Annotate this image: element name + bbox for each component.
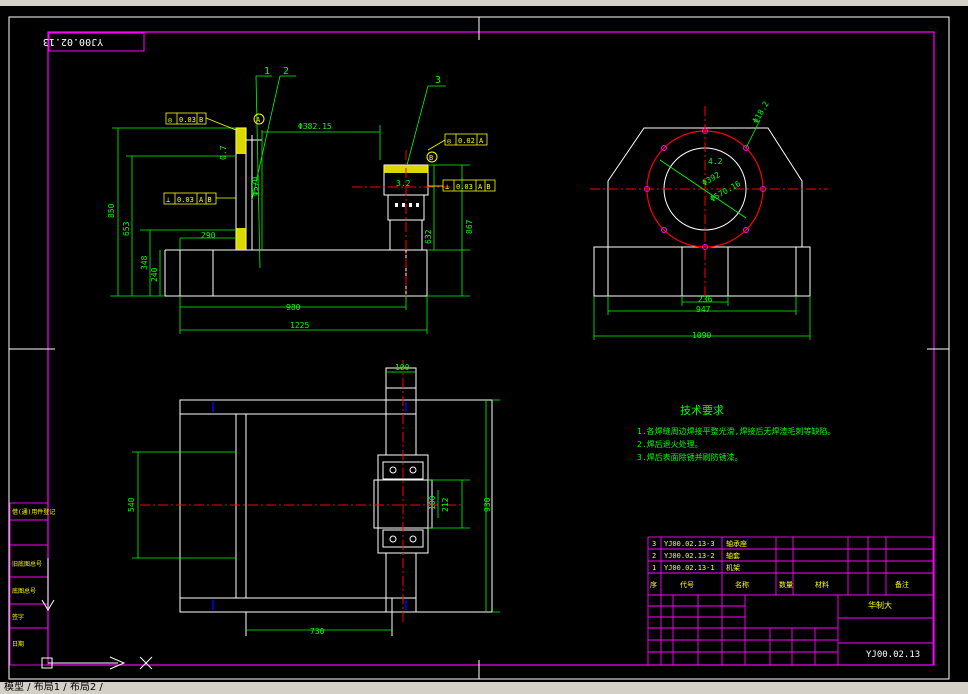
title-company: 华制大 — [868, 600, 892, 610]
dim-653: 653 — [122, 221, 131, 236]
bom-header-remark: 备注 — [895, 580, 909, 589]
tech-item-3: 3.焊后表面除锈并刷防锈漆。 — [637, 452, 743, 462]
reg-label-5: 日期 — [12, 640, 24, 648]
dim-730: 730 — [310, 627, 325, 636]
dim-1225: 1225 — [290, 321, 309, 330]
ucs-icon — [41, 558, 153, 670]
dim-1090: 1090 — [692, 331, 711, 340]
tol-3-value: 0.03 — [177, 196, 194, 204]
dim-phi392: Φ392 — [701, 170, 722, 188]
dim-540: 540 — [127, 497, 136, 512]
tol-1-value: 0.03 — [179, 116, 196, 124]
dim-980: 980 — [286, 303, 301, 312]
reg-label-3: 底图总号 — [12, 587, 36, 595]
dim-100: 100 — [395, 363, 410, 372]
tol-2-value: 0.02 — [458, 137, 475, 145]
tol-2-symbol: ◎ — [447, 137, 452, 145]
dim-100b: 100 — [428, 495, 437, 510]
tol-1-datum: B — [199, 116, 203, 124]
dim-290: 290 — [201, 231, 216, 240]
hatch-upper — [236, 128, 246, 154]
dim-4-2: 4.2 — [708, 157, 723, 166]
dim-850: 850 — [107, 203, 116, 218]
callout-1: 1 — [264, 66, 270, 77]
bom-row-2-name: 轴套 — [726, 551, 740, 560]
dim-947: 947 — [696, 305, 711, 314]
dim-930: 930 — [483, 497, 492, 512]
hatch-lower — [236, 228, 246, 250]
reg-label-2: 旧底图总号 — [12, 560, 42, 568]
callout-2: 2 — [283, 66, 289, 77]
reg-label-1: 借(通)用件登记 — [12, 508, 55, 516]
tech-title: 技术要求 — [680, 404, 724, 417]
dim-holes: Φ18.2 — [751, 99, 771, 125]
bom-header-qty: 数量 — [779, 580, 793, 589]
bom-row-2-no: 2 — [652, 552, 656, 560]
bom-header-code: 代号 — [680, 580, 694, 589]
bom-header-no: 序 — [650, 580, 657, 589]
bom-header-material: 材料 — [815, 580, 829, 589]
bom-row-2-code: YJ00.02.13-2 — [664, 552, 715, 560]
layout-tabs-bar[interactable]: 模型 / 布局1 / 布局2 / — [0, 682, 968, 694]
plan-dimension-labels: 100 540 100 212 930 730 — [127, 363, 492, 636]
drawing-number-top: YJ00.02.13 — [43, 36, 103, 47]
tol-1-symbol: ◎ — [168, 116, 173, 124]
front-base — [179, 249, 428, 297]
datum-b: B — [429, 154, 433, 162]
dim-212: 212 — [441, 497, 450, 512]
tol-2-datum: A — [479, 137, 484, 145]
dim-3-2: 3.2 — [396, 179, 411, 188]
dim-240: 240 — [150, 267, 159, 282]
bom-row-3-no: 1 — [652, 564, 656, 572]
bolt-heads — [395, 203, 419, 207]
dim-236: 236 — [698, 295, 713, 304]
tol-3-symbol: ⊥ — [166, 196, 170, 204]
datum-a: A — [256, 116, 261, 124]
dim-phi382: Φ382.15 — [298, 122, 332, 131]
front-dimension-labels: Φ382.15 Φ570 0.7 850 653 290 348 240 980… — [107, 122, 474, 330]
cad-drawing-canvas[interactable]: YJ00.02.13 Φ382.15 Φ570 0.7 850 653 290 … — [0, 0, 968, 694]
dim-0-7: 0.7 — [219, 145, 228, 160]
reg-label-4: 签字 — [12, 613, 24, 621]
side-centerlines — [590, 106, 828, 300]
tech-item-2: 2.焊后退火处理。 — [637, 439, 703, 449]
sheet-inner-border — [47, 31, 935, 666]
tol-4-value: 0.03 — [456, 183, 473, 191]
tech-item-1: 1.各焊缝周边焊接平整光滑,焊接后无焊渣毛刺等缺陷。 — [637, 426, 835, 436]
bom-header-name: 名称 — [735, 580, 749, 589]
dim-867: 867 — [465, 219, 474, 234]
callout-3: 3 — [435, 75, 441, 86]
tech-requirements: 技术要求 1.各焊缝周边焊接平整光滑,焊接后无焊渣毛刺等缺陷。 2.焊后退火处理… — [637, 404, 835, 462]
drawing-number-bottom: YJ00.02.13 — [866, 650, 920, 660]
side-base — [593, 246, 811, 297]
tol-4-datum: A B — [478, 183, 491, 191]
bom-row-1-name: 轴承座 — [726, 539, 747, 548]
bom-rows: 3 YJ00.02.13-3 轴承座 2 YJ00.02.13-2 轴套 1 Y… — [650, 539, 909, 589]
left-registration-labels: 借(通)用件登记 旧底图总号 底图总号 签字 日期 — [12, 508, 55, 648]
centering-marks — [9, 17, 949, 679]
plan-hidden-lines — [212, 402, 407, 610]
bom-row-1-no: 3 — [652, 540, 656, 548]
tol-4-symbol: ⊥ — [445, 183, 449, 191]
dim-632: 632 — [424, 229, 433, 244]
bom-row-1-code: YJ00.02.13-3 — [664, 540, 715, 548]
sheet-outer-border — [8, 16, 950, 680]
bom-row-3-code: YJ00.02.13-1 — [664, 564, 715, 572]
front-view — [164, 127, 450, 300]
bom-row-3-name: 机架 — [726, 563, 740, 572]
side-view — [593, 127, 811, 297]
dim-348: 348 — [140, 255, 149, 270]
tol-3-datum: A B — [199, 196, 212, 204]
